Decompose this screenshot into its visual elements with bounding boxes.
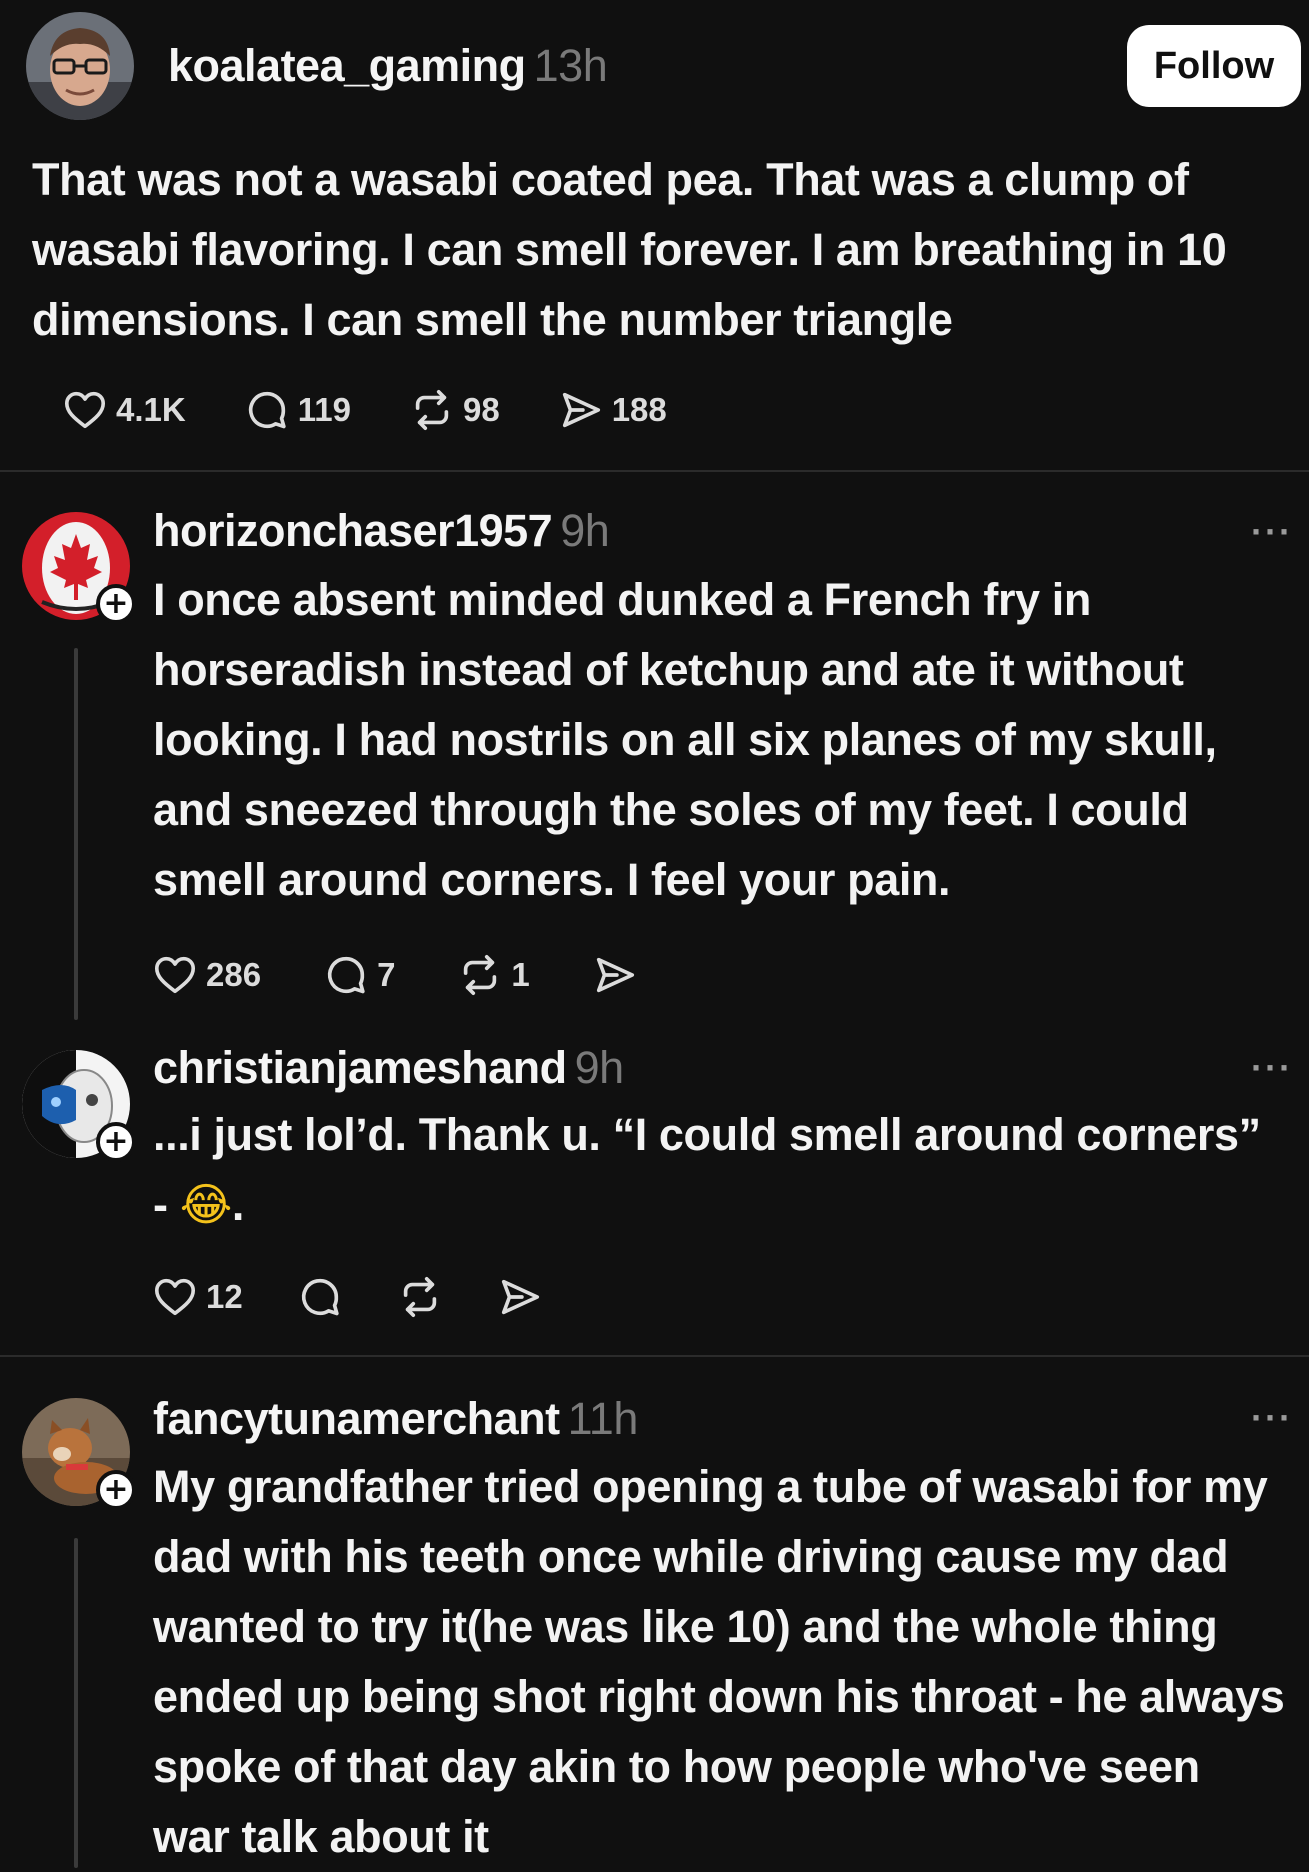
reply-text: I once absent minded dunked a French fry… — [153, 574, 1217, 905]
reply-timestamp: 9h — [574, 1042, 625, 1093]
username-text[interactable]: christianjameshand — [153, 1042, 567, 1093]
reply-icon — [297, 1274, 343, 1320]
reply-icon — [323, 952, 369, 998]
reply-count: 119 — [297, 391, 351, 428]
follow-plus-icon[interactable]: + — [96, 584, 136, 624]
divider — [0, 470, 1309, 472]
like-count: 12 — [206, 1278, 243, 1315]
post-timestamp: 13h — [533, 40, 608, 91]
repost-icon — [457, 952, 503, 998]
reply-timestamp: 9h — [560, 505, 610, 556]
heart-icon — [152, 952, 198, 998]
like-count: 286 — [206, 956, 262, 993]
post-author-username[interactable]: koalatea_gaming 13h — [168, 40, 608, 92]
like-button[interactable]: 12 — [152, 1274, 243, 1320]
follow-button[interactable]: Follow — [1127, 25, 1301, 107]
username-text[interactable]: horizonchaser1957 — [153, 505, 553, 556]
reply-text-line: - 😂. — [153, 1170, 1303, 1240]
avatar-koalatea-gaming[interactable] — [26, 12, 134, 120]
reply-actions: 12 — [152, 1272, 543, 1322]
reply-text: My grandfather tried opening a tube of w… — [153, 1461, 1285, 1862]
more-options-icon[interactable]: ··· — [1251, 1050, 1293, 1086]
share-icon — [592, 952, 638, 998]
follow-plus-icon[interactable]: + — [96, 1470, 136, 1510]
share-button[interactable] — [592, 952, 638, 998]
more-options-icon[interactable]: ··· — [1251, 514, 1293, 550]
thread-line — [74, 1538, 78, 1868]
reply-text-line: ...i just lol’d. Thank u. “I could smell… — [153, 1109, 1261, 1160]
repost-icon — [409, 387, 455, 433]
repost-count: 98 — [462, 391, 500, 428]
repost-icon — [397, 1274, 443, 1320]
username-text[interactable]: fancytunamerchant — [153, 1393, 560, 1444]
divider — [0, 1355, 1309, 1357]
period-text: . — [231, 1179, 245, 1230]
profile-photo-icon — [26, 12, 134, 120]
post-actions: 4.1K 119 98 188 — [62, 385, 667, 435]
heart-icon — [152, 1274, 198, 1320]
more-options-icon[interactable]: ··· — [1251, 1400, 1293, 1436]
dash-text: - — [153, 1179, 180, 1230]
reply-icon — [244, 387, 290, 433]
repost-button[interactable] — [397, 1274, 443, 1320]
reply-author-username[interactable]: horizonchaser1957 9h — [153, 505, 610, 557]
share-count: 188 — [611, 391, 667, 428]
laughing-emoji: 😂 — [179, 1178, 233, 1231]
reply-author-username[interactable]: fancytunamerchant 11h — [153, 1393, 638, 1445]
like-count: 4.1K — [116, 391, 186, 428]
heart-icon — [62, 387, 108, 433]
repost-button[interactable]: 1 — [457, 952, 530, 998]
repost-button[interactable]: 98 — [409, 387, 500, 433]
share-button[interactable] — [497, 1274, 543, 1320]
reply-count: 7 — [377, 956, 396, 993]
repost-count: 1 — [511, 956, 530, 993]
like-button[interactable]: 286 — [152, 952, 261, 998]
username-text[interactable]: koalatea_gaming — [168, 40, 526, 91]
share-button[interactable]: 188 — [558, 387, 667, 433]
share-icon — [497, 1274, 543, 1320]
share-icon — [558, 387, 604, 433]
reply-text: ...i just lol’d. Thank u. “I could smell… — [153, 1100, 1303, 1240]
thread-line — [74, 648, 78, 1020]
reply-button[interactable] — [297, 1274, 343, 1320]
reply-timestamp: 11h — [567, 1393, 639, 1444]
like-button[interactable]: 4.1K — [62, 387, 186, 433]
reply-author-username[interactable]: christianjameshand 9h — [153, 1042, 624, 1094]
reply-button[interactable]: 7 — [323, 952, 395, 998]
follow-plus-icon[interactable]: + — [96, 1122, 136, 1162]
reply-actions: 286 7 1 — [152, 950, 638, 1000]
reply-button[interactable]: 119 — [244, 387, 351, 433]
post-text: That was not a wasabi coated pea. That w… — [32, 154, 1227, 345]
